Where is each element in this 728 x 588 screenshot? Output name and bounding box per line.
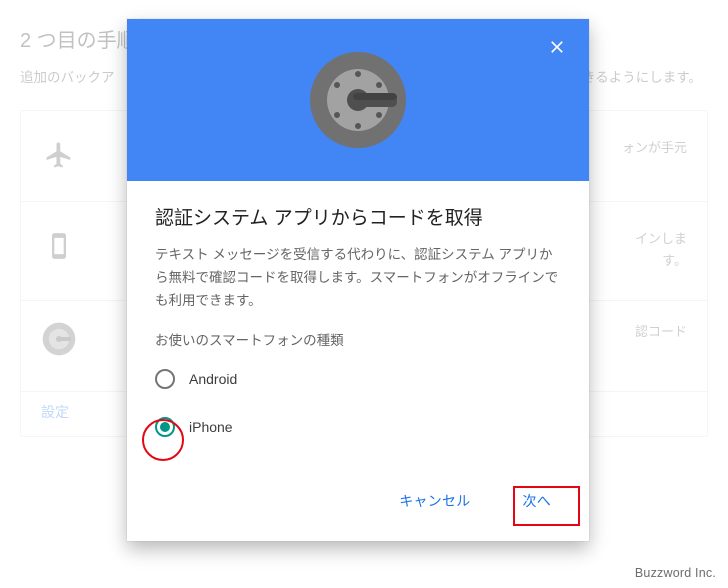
radio-icon <box>155 369 175 389</box>
cancel-button[interactable]: キャンセル <box>389 483 480 519</box>
dialog-description: テキスト メッセージを受信する代わりに、認証システム アプリから無料で確認コード… <box>155 244 561 313</box>
close-button[interactable] <box>547 37 567 57</box>
dialog-actions: キャンセル 次へ <box>127 483 589 541</box>
watermark: Buzzword Inc. <box>635 566 716 580</box>
authenticator-dialog: 認証システム アプリからコードを取得 テキスト メッセージを受信する代わりに、認… <box>127 19 589 541</box>
radio-icon <box>155 417 175 437</box>
radio-label: iPhone <box>189 419 233 435</box>
dialog-title: 認証システム アプリからコードを取得 <box>155 203 561 230</box>
close-icon <box>547 37 567 57</box>
next-button[interactable]: 次へ <box>513 483 562 519</box>
radio-iphone[interactable]: iPhone <box>155 417 561 437</box>
dialog-header <box>127 19 589 181</box>
radio-android[interactable]: Android <box>155 369 561 389</box>
dialog-content: 認証システム アプリからコードを取得 テキスト メッセージを受信する代わりに、認… <box>127 181 589 483</box>
radio-label: Android <box>189 371 237 387</box>
phone-type-question: お使いのスマートフォンの種類 <box>155 329 561 349</box>
authenticator-icon <box>308 50 408 150</box>
